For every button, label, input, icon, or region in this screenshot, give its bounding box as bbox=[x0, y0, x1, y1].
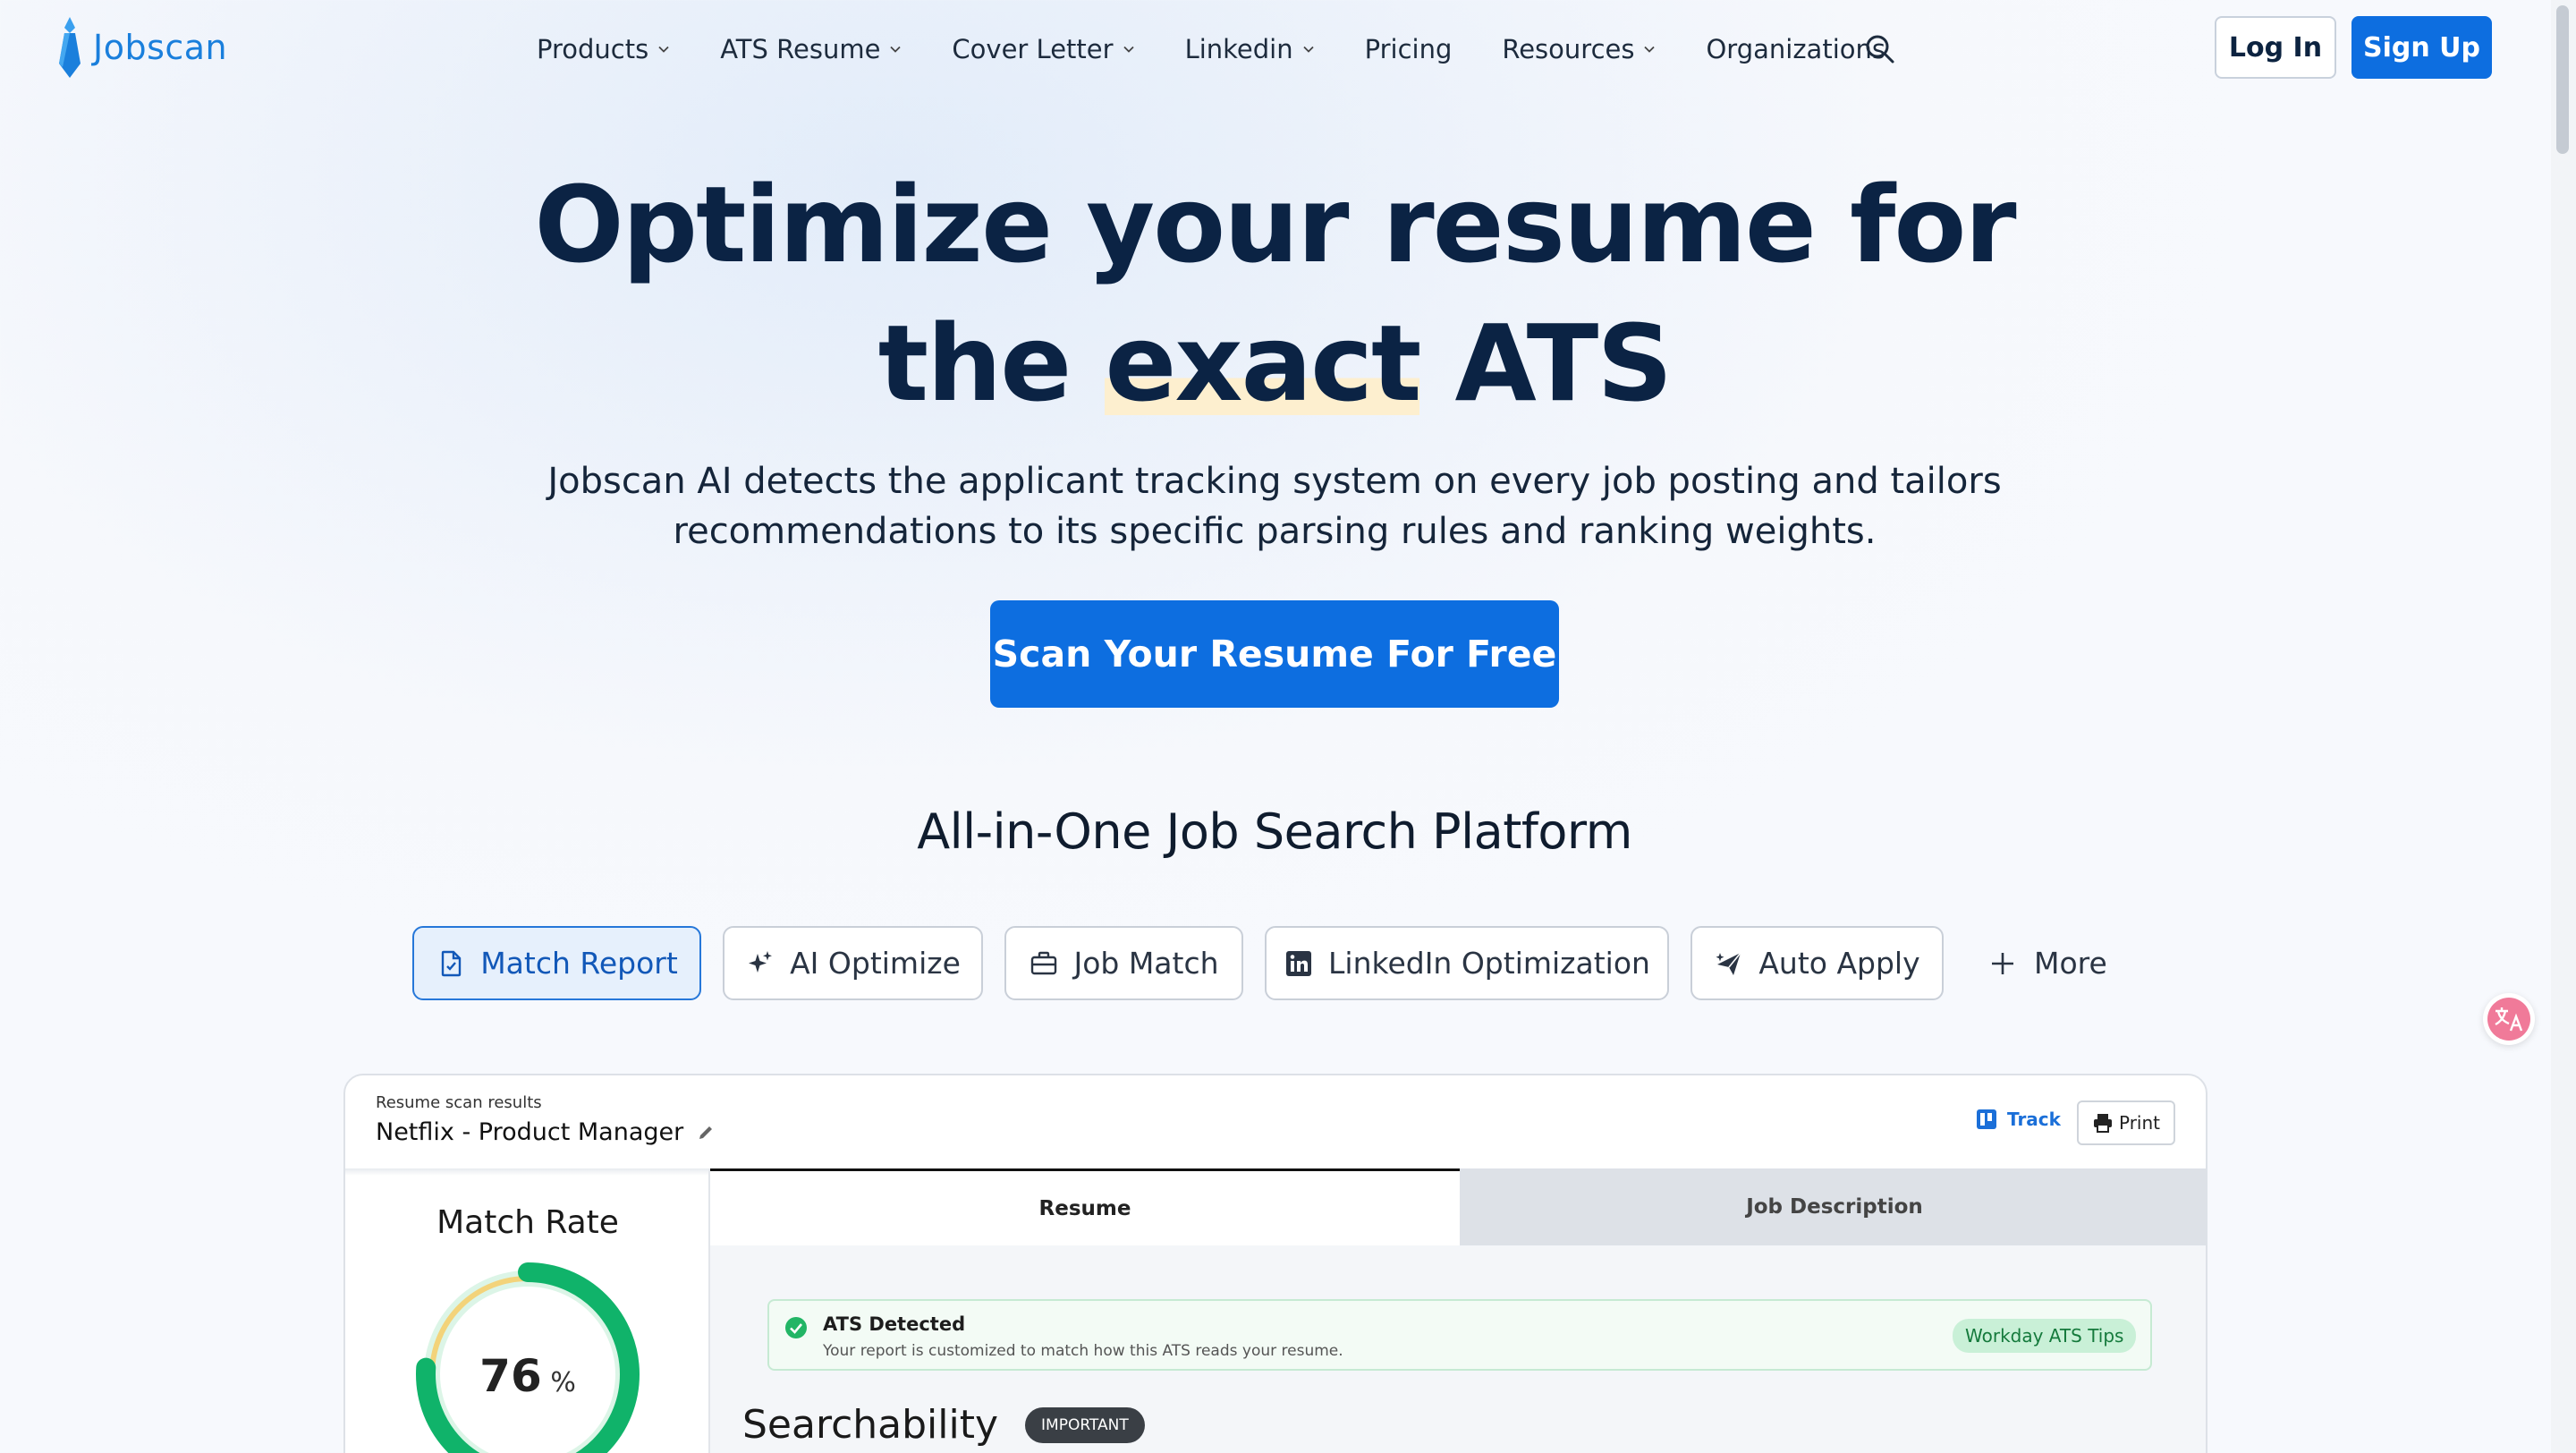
menu-label: ATS Resume bbox=[720, 34, 881, 64]
linkedin-icon bbox=[1286, 950, 1312, 976]
match-rate-unit: % bbox=[550, 1367, 576, 1398]
briefcase-icon bbox=[1031, 951, 1057, 974]
print-label: Print bbox=[2118, 1112, 2160, 1134]
tab-match-report[interactable]: Match Report bbox=[412, 926, 701, 1000]
chevron-down-icon bbox=[658, 46, 669, 53]
tab-label: AI Optimize bbox=[790, 946, 961, 981]
logo-text: Jobscan bbox=[93, 28, 228, 67]
translate-icon bbox=[2487, 998, 2530, 1041]
top-nav: Jobscan Products ATS Resume Cover Letter… bbox=[0, 0, 2576, 98]
tab-job-match[interactable]: Job Match bbox=[1004, 926, 1243, 1000]
menu-linkedin[interactable]: Linkedin bbox=[1185, 34, 1315, 64]
plane-icon bbox=[1716, 951, 1741, 975]
match-report-preview: Resume scan results Netflix - Product Ma… bbox=[343, 1074, 2207, 1453]
search-icon[interactable] bbox=[1865, 34, 1895, 64]
chevron-down-icon bbox=[890, 46, 902, 53]
hero-subtitle-line-1: Jobscan AI detects the applicant trackin… bbox=[547, 461, 2002, 502]
match-rate-panel: Match Rate 76 % bbox=[345, 1168, 710, 1453]
menu-ats-resume[interactable]: ATS Resume bbox=[720, 34, 902, 64]
check-circle-icon bbox=[785, 1317, 807, 1338]
tab-job-description[interactable]: Job Description bbox=[1460, 1168, 2206, 1245]
menu-label: Resources bbox=[1502, 34, 1635, 64]
menu-label: Linkedin bbox=[1184, 34, 1293, 64]
chevron-down-icon bbox=[1302, 46, 1314, 53]
workday-tips-badge[interactable]: Workday ATS Tips bbox=[1953, 1319, 2137, 1353]
translate-extension-button[interactable] bbox=[2483, 993, 2535, 1045]
menu-label: Products bbox=[537, 34, 649, 64]
title-highlight: exact bbox=[1105, 302, 1421, 425]
menu-label: Cover Letter bbox=[952, 34, 1114, 64]
ats-title: ATS Detected bbox=[823, 1313, 966, 1335]
title-text: the bbox=[877, 302, 1106, 425]
jobscan-logo[interactable]: Jobscan bbox=[55, 14, 227, 81]
tab-auto-apply[interactable]: Auto Apply bbox=[1690, 926, 1944, 1000]
login-button[interactable]: Log In bbox=[2215, 16, 2336, 79]
searchability-heading: Searchability IMPORTANT bbox=[742, 1402, 1145, 1448]
ats-detected-banner: ATS Detected Your report is customized t… bbox=[767, 1299, 2152, 1371]
pencil-icon[interactable] bbox=[696, 1123, 716, 1143]
more-button[interactable]: More bbox=[1987, 926, 2107, 1000]
signup-button[interactable]: Sign Up bbox=[2351, 16, 2492, 79]
scrollbar-thumb[interactable] bbox=[2556, 5, 2569, 154]
scan-title-text: Netflix - Product Manager bbox=[376, 1118, 684, 1146]
title-text: ATS bbox=[1419, 302, 1674, 425]
hero-title-line-1: Optimize your resume for bbox=[534, 163, 2016, 286]
hero-subtitle-line-2: recommendations to its specific parsing … bbox=[673, 511, 1877, 552]
match-rate-value: 76 % bbox=[345, 1350, 710, 1402]
ats-description: Your report is customized to match how t… bbox=[823, 1342, 1343, 1360]
print-button[interactable]: Print bbox=[2077, 1100, 2175, 1145]
tab-label: Job Match bbox=[1073, 946, 1219, 981]
track-label: Track bbox=[2007, 1109, 2061, 1130]
tab-label: Match Report bbox=[480, 946, 678, 981]
more-label: More bbox=[2034, 946, 2107, 981]
menu-label: Organizations bbox=[1706, 34, 1885, 64]
chevron-down-icon bbox=[1644, 46, 1656, 53]
tab-linkedin-optimization[interactable]: LinkedIn Optimization bbox=[1265, 926, 1669, 1000]
menu-label: Pricing bbox=[1364, 34, 1453, 64]
menu-cover-letter[interactable]: Cover Letter bbox=[952, 34, 1134, 64]
plus-icon bbox=[1992, 952, 2013, 974]
main-menu: Products ATS Resume Cover Letter Linkedi… bbox=[537, 27, 1936, 72]
tab-label: LinkedIn Optimization bbox=[1328, 946, 1650, 981]
platform-heading: All-in-One Job Search Platform bbox=[917, 803, 1632, 860]
scan-title: Netflix - Product Manager bbox=[376, 1118, 716, 1146]
document-icon bbox=[442, 950, 462, 976]
match-rate-label: Match Rate bbox=[436, 1204, 619, 1241]
panel-shadow bbox=[345, 1168, 710, 1176]
hero-title-line-2: the exact ATS bbox=[0, 302, 2549, 425]
section-title: Searchability bbox=[742, 1402, 999, 1448]
match-rate-number: 76 bbox=[479, 1350, 542, 1402]
track-button[interactable]: Track bbox=[1975, 1108, 2061, 1131]
menu-resources[interactable]: Resources bbox=[1502, 34, 1656, 64]
printer-icon bbox=[2093, 1114, 2112, 1133]
tab-ai-optimize[interactable]: AI Optimize bbox=[723, 926, 983, 1000]
scrollbar-track[interactable] bbox=[2551, 0, 2576, 1453]
tab-resume[interactable]: Resume bbox=[710, 1168, 1460, 1245]
tie-logo-icon bbox=[59, 17, 80, 78]
menu-organizations[interactable]: Organizations bbox=[1706, 34, 1885, 64]
scan-results-label: Resume scan results bbox=[376, 1093, 542, 1112]
menu-pricing[interactable]: Pricing bbox=[1365, 34, 1453, 64]
chevron-down-icon bbox=[1123, 46, 1134, 53]
tab-label: Auto Apply bbox=[1758, 946, 1920, 981]
important-badge: IMPORTANT bbox=[1025, 1406, 1145, 1443]
sparkle-icon bbox=[749, 950, 773, 973]
board-icon bbox=[1977, 1109, 1996, 1129]
menu-products[interactable]: Products bbox=[537, 34, 670, 64]
scan-resume-button[interactable]: Scan Your Resume For Free bbox=[990, 600, 1559, 708]
